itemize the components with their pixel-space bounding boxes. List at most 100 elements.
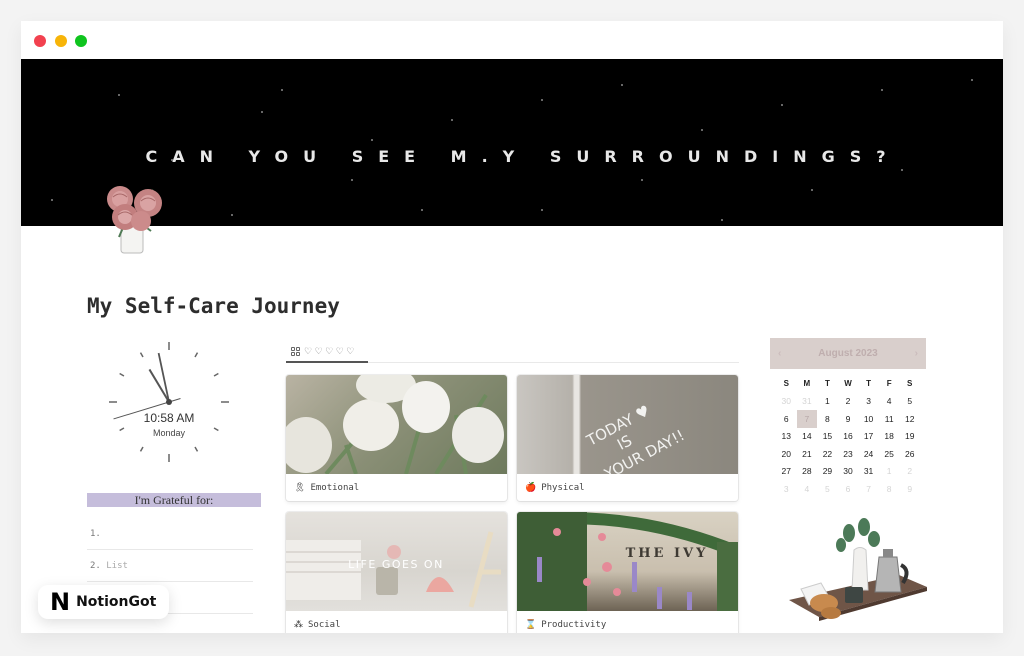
weekday-header: F <box>886 379 892 389</box>
calendar-day[interactable]: 27 <box>776 463 797 481</box>
list-item[interactable]: 1. <box>87 519 253 550</box>
clock-tick <box>139 446 144 452</box>
calendar-day[interactable]: 12 <box>899 410 920 428</box>
star-decoration <box>621 84 623 86</box>
badge-text: NotionGot <box>76 594 157 610</box>
star-decoration <box>541 99 543 101</box>
sparkles-icon: ⁂ <box>294 619 303 630</box>
gallery-card-physical[interactable]: TODAY ♥ IS YOUR DAY!! 🍎 Physical <box>517 375 738 501</box>
list-item[interactable]: 2. List <box>87 551 253 582</box>
star-decoration <box>118 94 120 96</box>
calendar-day[interactable]: 9 <box>838 410 859 428</box>
calendar-day[interactable]: 20 <box>776 445 797 463</box>
clock-tick <box>139 352 144 358</box>
star-decoration <box>541 209 543 211</box>
calendar-day[interactable]: 5 <box>899 393 920 411</box>
weekday-header: T <box>824 379 830 389</box>
calendar-day[interactable]: 6 <box>838 480 859 498</box>
star-decoration <box>421 209 423 211</box>
star-decoration <box>51 199 53 201</box>
card-title: Social <box>308 619 341 630</box>
calendar-day[interactable]: 3 <box>858 393 879 411</box>
svg-text:THE IVY: THE IVY <box>626 546 709 561</box>
calendar-day[interactable]: 16 <box>838 428 859 446</box>
calendar-day[interactable]: 23 <box>838 445 859 463</box>
calendar-day[interactable]: 8 <box>879 480 900 498</box>
calendar-day[interactable]: 30 <box>776 393 797 411</box>
close-button[interactable] <box>34 35 46 47</box>
list-number: 2. <box>90 561 101 571</box>
calendar-day[interactable]: 15 <box>817 428 838 446</box>
calendar-day[interactable]: 29 <box>817 463 838 481</box>
calendar-day[interactable]: 2 <box>899 463 920 481</box>
calendar-day[interactable]: 4 <box>879 393 900 411</box>
calendar-day[interactable]: 19 <box>899 428 920 446</box>
next-month-button[interactable]: › <box>915 348 918 359</box>
tab-gallery[interactable]: ♡ ♡ ♡ ♡ ♡ <box>286 341 368 363</box>
calendar-day[interactable]: 1 <box>879 463 900 481</box>
star-decoration <box>701 129 703 131</box>
cover-image[interactable]: CAN YOU SEE M.Y SURROUNDINGS? <box>21 59 1003 226</box>
calendar-day[interactable]: 13 <box>776 428 797 446</box>
prev-month-button[interactable]: ‹ <box>778 348 781 359</box>
star-decoration <box>881 89 883 91</box>
calendar-day[interactable]: 31 <box>797 393 818 411</box>
calendar-day-today[interactable]: 7 <box>796 410 818 428</box>
tulips-image <box>286 375 504 474</box>
star-decoration <box>231 214 233 216</box>
calendar-day[interactable]: 9 <box>899 480 920 498</box>
calendar-day[interactable]: 4 <box>797 480 818 498</box>
star-decoration <box>281 89 283 91</box>
clock-center <box>166 399 172 405</box>
calendar-day[interactable]: 10 <box>858 410 879 428</box>
page-title[interactable]: My Self-Care Journey <box>87 294 340 318</box>
calendar-day[interactable]: 2 <box>838 393 859 411</box>
star-decoration <box>351 179 353 181</box>
card-title: Emotional <box>310 482 360 493</box>
breakfast-tray-image <box>789 518 927 621</box>
calendar-day[interactable]: 1 <box>817 393 838 411</box>
calendar-day[interactable]: 21 <box>797 445 818 463</box>
star-decoration <box>371 139 373 141</box>
mirror-image: TODAY ♥ IS YOUR DAY!! <box>583 401 688 474</box>
calendar-day[interactable]: 14 <box>797 428 818 446</box>
flower-vase-icon[interactable] <box>103 179 167 257</box>
calendar-day[interactable]: 7 <box>858 480 879 498</box>
grid-icon <box>291 346 301 356</box>
calendar-day[interactable]: 17 <box>858 428 879 446</box>
minimize-button[interactable] <box>55 35 67 47</box>
the-ivy-image: THE IVY <box>517 512 738 611</box>
card-image: TODAY ♥ IS YOUR DAY!! <box>517 375 738 474</box>
browser-window: CAN YOU SEE M.Y SURROUNDINGS? My Self-Ca… <box>21 21 1003 633</box>
calendar-day[interactable]: 25 <box>879 445 900 463</box>
weekday-header: M <box>803 379 811 389</box>
calendar-day[interactable]: 22 <box>817 445 838 463</box>
calendar-day[interactable]: 24 <box>858 445 879 463</box>
notion-logo-icon: N <box>50 588 71 616</box>
calendar-day[interactable]: 5 <box>817 480 838 498</box>
gallery-card-productivity[interactable]: THE IVY ⌛ Productivity <box>517 512 738 633</box>
calendar-day[interactable]: 11 <box>879 410 900 428</box>
calendar-day[interactable]: 8 <box>817 410 838 428</box>
gallery-card-social[interactable]: LIFE GOES ON ⁂ Social <box>286 512 507 633</box>
notiongot-badge[interactable]: N NotionGot <box>38 585 169 619</box>
calendar-day[interactable]: 6 <box>776 410 797 428</box>
apple-icon: 🍎 <box>525 482 537 493</box>
title-bar <box>21 21 1003 59</box>
calendar-day[interactable]: 26 <box>899 445 920 463</box>
calendar-day[interactable]: 30 <box>838 463 859 481</box>
clock-tick <box>213 372 219 377</box>
calendar-month: August 2023 <box>818 348 878 359</box>
card-title: Physical <box>541 482 585 493</box>
weekday-header: W <box>844 379 852 389</box>
gallery-view-tabs: ♡ ♡ ♡ ♡ ♡ <box>286 341 739 363</box>
cover-title: CAN YOU SEE M.Y SURROUNDINGS? <box>145 147 901 166</box>
calendar-day[interactable]: 3 <box>776 480 797 498</box>
maximize-button[interactable] <box>75 35 87 47</box>
star-decoration <box>901 169 903 171</box>
calendar-day[interactable]: 18 <box>879 428 900 446</box>
card-image: THE IVY <box>517 512 738 611</box>
calendar-day[interactable]: 28 <box>797 463 818 481</box>
calendar-day[interactable]: 31 <box>858 463 879 481</box>
gallery-card-emotional[interactable]: 🎗 Emotional <box>286 375 507 501</box>
